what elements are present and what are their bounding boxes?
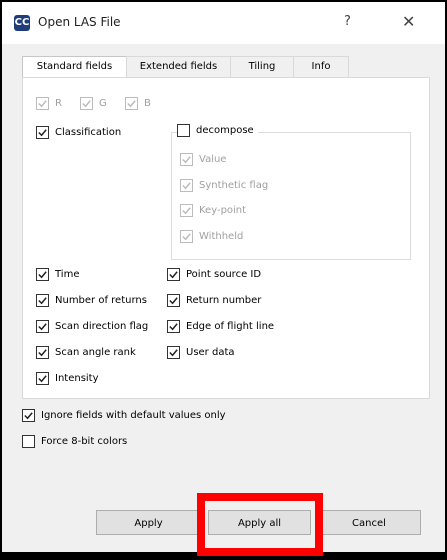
title-bar: CC Open LAS File ? ✕	[2, 2, 445, 44]
checkbox-b: B	[125, 97, 151, 110]
checkbox-box	[180, 230, 193, 243]
checkbox-label: Number of returns	[55, 295, 147, 306]
checkbox-scan-angle-rank[interactable]: Scan angle rank	[36, 346, 136, 359]
checkbox-box	[36, 346, 49, 359]
checkbox-box	[36, 126, 49, 139]
checkbox-label: User data	[186, 347, 235, 358]
checkbox-box	[36, 97, 49, 110]
checkbox-box	[167, 294, 180, 307]
checkbox-label: Key-point	[199, 205, 247, 216]
highlight-box	[197, 493, 323, 556]
apply-button[interactable]: Apply	[96, 510, 201, 535]
checkbox-label: Return number	[186, 295, 262, 306]
checkbox-label: Withheld	[199, 231, 244, 242]
checkbox-label: Intensity	[55, 373, 99, 384]
tab-extended-fields[interactable]: Extended fields	[126, 56, 231, 77]
checkbox-label: Scan angle rank	[55, 347, 136, 358]
app-icon: CC	[14, 15, 30, 31]
checkbox-point-source-id[interactable]: Point source ID	[167, 268, 261, 281]
checkbox-scan-direction-flag[interactable]: Scan direction flag	[36, 320, 148, 333]
checkbox-ignore-default[interactable]: Ignore fields with default values only	[22, 409, 226, 422]
checkbox-time[interactable]: Time	[36, 268, 79, 281]
checkbox-label: R	[55, 98, 62, 109]
dialog-window: CC Open LAS File ? ✕ Standard fields Ext…	[2, 2, 445, 556]
checkbox-edge-of-flight-line[interactable]: Edge of flight line	[167, 320, 274, 333]
checkbox-box	[36, 372, 49, 385]
checkbox-label: Ignore fields with default values only	[41, 410, 226, 421]
checkbox-label: decompose	[196, 125, 254, 136]
checkbox-withheld: Withheld	[180, 230, 243, 243]
checkbox-label: Time	[55, 269, 80, 280]
checkbox-force-8bit[interactable]: Force 8-bit colors	[22, 435, 127, 448]
checkbox-intensity[interactable]: Intensity	[36, 372, 99, 385]
checkbox-box	[180, 204, 193, 217]
checkbox-r: R	[36, 97, 62, 110]
checkbox-synthetic-flag: Synthetic flag	[180, 179, 268, 192]
checkbox-box	[36, 268, 49, 281]
checkbox-return-number[interactable]: Return number	[167, 294, 261, 307]
tab-tiling[interactable]: Tiling	[230, 56, 294, 77]
tab-info[interactable]: Info	[293, 56, 349, 77]
checkbox-classification[interactable]: Classification	[36, 126, 121, 139]
window-title: Open LAS File	[38, 15, 121, 29]
checkbox-label: Edge of flight line	[186, 321, 275, 332]
checkbox-label: Synthetic flag	[199, 180, 269, 191]
checkbox-box	[36, 320, 49, 333]
checkbox-decompose[interactable]: decompose	[177, 124, 258, 137]
checkbox-label: Scan direction flag	[55, 321, 149, 332]
checkbox-label: Point source ID	[186, 269, 262, 280]
checkbox-box	[180, 179, 193, 192]
checkbox-box	[36, 294, 49, 307]
checkbox-box	[22, 409, 35, 422]
checkbox-label: B	[144, 98, 151, 109]
checkbox-box	[80, 97, 93, 110]
checkbox-number-of-returns[interactable]: Number of returns	[36, 294, 147, 307]
checkbox-label: Value	[199, 154, 227, 165]
checkbox-box	[167, 346, 180, 359]
checkbox-label: Force 8-bit colors	[41, 436, 128, 447]
close-button[interactable]: ✕	[402, 12, 415, 31]
checkbox-user-data[interactable]: User data	[167, 346, 235, 359]
checkbox-key-point: Key-point	[180, 204, 246, 217]
cancel-button[interactable]: Cancel	[317, 510, 421, 535]
checkbox-box	[167, 268, 180, 281]
checkbox-g: G	[80, 97, 107, 110]
checkbox-label: Classification	[55, 127, 122, 138]
tab-standard-fields[interactable]: Standard fields	[22, 56, 127, 78]
checkbox-box	[180, 153, 193, 166]
checkbox-box	[167, 320, 180, 333]
checkbox-label: G	[99, 98, 107, 109]
checkbox-box	[177, 124, 190, 137]
standard-fields-panel: R G B Classification decompose Value Syn…	[22, 77, 430, 399]
checkbox-box	[22, 435, 35, 448]
help-button[interactable]: ?	[344, 14, 351, 29]
checkbox-box	[125, 97, 138, 110]
checkbox-value: Value	[180, 153, 226, 166]
